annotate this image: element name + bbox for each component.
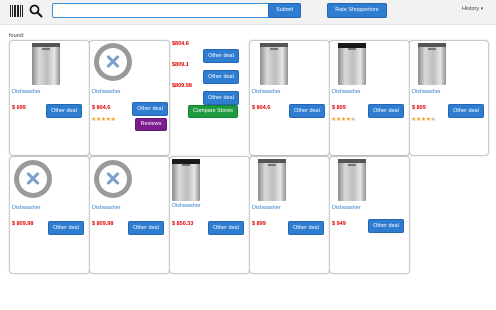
- other-deal-button[interactable]: Other deal: [448, 104, 484, 118]
- store-price: $804.6: [172, 41, 189, 47]
- star-rating: ★★★★★: [331, 117, 356, 123]
- product-name[interactable]: Dishwasher: [12, 205, 41, 211]
- history-label: History: [462, 6, 480, 12]
- product-card[interactable]: Dishwasher $ 899 Other deal: [249, 156, 330, 274]
- product-name[interactable]: Dishwasher: [172, 203, 201, 209]
- product-card[interactable]: Dishwasher $ 804.6 Other deal: [249, 40, 330, 156]
- barcode-icon[interactable]: [10, 5, 24, 17]
- product-card[interactable]: Dishwasher $ 809 Other deal ★★★★★: [409, 40, 489, 156]
- product-name[interactable]: Dishwasher: [252, 205, 281, 211]
- product-price: $ 850.33: [172, 221, 194, 227]
- product-price: $ 809: [412, 105, 426, 111]
- rate-shoppertore-button[interactable]: Rate Shoppertore: [327, 3, 387, 18]
- product-price: $ 809.98: [12, 221, 34, 227]
- product-image[interactable]: [258, 159, 286, 201]
- found-label: found:: [9, 33, 25, 39]
- star-rating: ★★★★★: [411, 117, 436, 123]
- product-card[interactable]: Dishwasher $ 804.6 Other deal ★★★★★: [89, 40, 170, 156]
- placeholder-image[interactable]: [14, 160, 52, 198]
- store-price: $809.1: [172, 62, 189, 68]
- placeholder-image[interactable]: [94, 160, 132, 198]
- other-deal-button[interactable]: Other deal: [368, 104, 404, 118]
- store-other-deal-button[interactable]: Other deal: [203, 49, 239, 63]
- product-card[interactable]: Dishwasher $ 850.33 Other deal: [169, 156, 250, 274]
- product-card[interactable]: Dishwasher $ 699 Other deal: [9, 40, 90, 156]
- search-icon[interactable]: [29, 4, 43, 18]
- other-deal-button[interactable]: Other deal: [128, 221, 164, 235]
- compare-stores-button[interactable]: Compare Stores: [188, 105, 238, 118]
- product-image[interactable]: [172, 159, 200, 201]
- product-price: $ 899: [252, 221, 266, 227]
- product-name[interactable]: Dishwasher: [252, 89, 281, 95]
- placeholder-image[interactable]: [94, 43, 132, 81]
- other-deal-button[interactable]: Other deal: [48, 221, 84, 235]
- product-card[interactable]: Dishwasher $ 809.98 Other deal: [89, 156, 170, 274]
- other-deal-button[interactable]: Other deal: [289, 104, 325, 118]
- store-other-deal-button[interactable]: Other deal: [203, 91, 239, 105]
- search-input[interactable]: [52, 3, 275, 18]
- product-price: $ 809: [332, 105, 346, 111]
- product-name[interactable]: Dishwasher: [412, 89, 441, 95]
- product-image[interactable]: [418, 43, 446, 85]
- product-card[interactable]: Dishwasher $ 809.98 Other deal: [9, 156, 90, 274]
- product-name[interactable]: Dishwasher: [332, 89, 361, 95]
- product-name[interactable]: Dishwasher: [332, 205, 361, 211]
- top-bar: Submit Rate Shoppertore History ▾: [0, 0, 496, 25]
- product-image[interactable]: [32, 43, 60, 85]
- product-price: $ 809.98: [92, 221, 114, 227]
- chevron-down-icon: ▾: [480, 6, 484, 12]
- store-price: $809.98: [172, 83, 192, 89]
- other-deal-button[interactable]: Other deal: [208, 221, 244, 235]
- store-other-deal-button[interactable]: Other deal: [203, 70, 239, 84]
- product-card[interactable]: Dishwasher $ 949 Other deal: [329, 156, 410, 274]
- product-image[interactable]: [338, 159, 366, 201]
- product-card[interactable]: Dishwasher $ 809 Other deal ★★★★★: [329, 40, 410, 156]
- other-deal-button[interactable]: Other deal: [132, 102, 168, 116]
- product-image[interactable]: [260, 43, 288, 85]
- history-dropdown[interactable]: History ▾: [462, 6, 483, 12]
- other-deal-button[interactable]: Other deal: [368, 219, 404, 233]
- product-price: $ 949: [332, 221, 346, 227]
- product-price: $ 804.6: [252, 105, 271, 111]
- star-rating: ★★★★★: [91, 117, 116, 123]
- product-price: $ 804.6: [92, 105, 111, 111]
- submit-button[interactable]: Submit: [268, 3, 301, 18]
- product-name[interactable]: Dishwasher: [12, 89, 41, 95]
- other-deal-button[interactable]: Other deal: [288, 221, 324, 235]
- reviews-button[interactable]: Reviews: [135, 118, 167, 131]
- product-image[interactable]: [338, 43, 366, 85]
- other-deal-button[interactable]: Other deal: [46, 104, 82, 118]
- product-name[interactable]: Dishwasher: [92, 205, 121, 211]
- product-price: $ 699: [12, 105, 26, 111]
- product-name[interactable]: Dishwasher: [92, 89, 121, 95]
